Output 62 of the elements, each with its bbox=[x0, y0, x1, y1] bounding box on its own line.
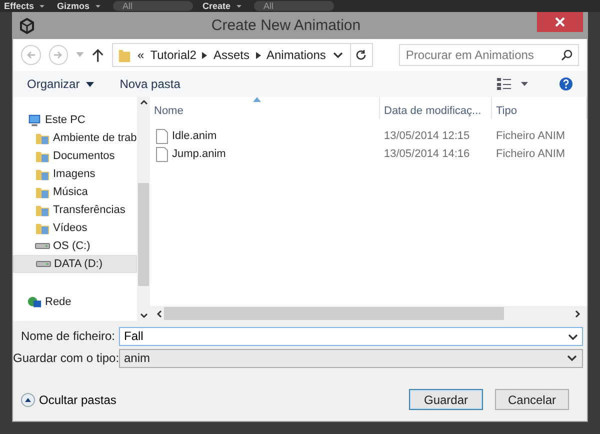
filename-field[interactable]: Fall bbox=[119, 326, 583, 346]
sidebar-item[interactable]: Ambiente de trab bbox=[13, 129, 137, 147]
folder-icon bbox=[116, 48, 132, 62]
arrow-left-icon bbox=[26, 50, 36, 60]
table-cell-text: Ficheiro ANIM bbox=[495, 148, 566, 160]
computer-icon bbox=[27, 112, 42, 128]
hide-folders-toggle[interactable]: Ocultar pastas bbox=[21, 392, 116, 406]
horizontal-scrollbar[interactable] bbox=[150, 306, 587, 321]
collapse-icon bbox=[21, 392, 35, 406]
toolbar-button[interactable]: Nova pasta bbox=[120, 77, 180, 91]
view-options-icon[interactable] bbox=[497, 78, 529, 90]
file-name[interactable]: Idle.anim bbox=[172, 130, 217, 142]
scroll-left-icon[interactable] bbox=[154, 308, 164, 318]
editor-menu[interactable]: Create bbox=[202, 1, 244, 11]
sidebar-item[interactable]: Transferências bbox=[13, 201, 137, 219]
sidebar-item[interactable]: DATA (D:) bbox=[13, 255, 137, 273]
toolbar-button[interactable]: Organizar bbox=[27, 77, 94, 91]
sidebar-item[interactable]: Documentos bbox=[13, 147, 137, 165]
search-icon bbox=[561, 49, 574, 61]
column-header[interactable]: Data de modificaç... bbox=[380, 97, 492, 119]
refresh-icon bbox=[355, 49, 368, 61]
arrow-right-icon bbox=[53, 50, 64, 60]
close-icon bbox=[555, 17, 565, 27]
dialog-button[interactable]: Guardar bbox=[409, 389, 483, 410]
sidebar-item[interactable]: Música bbox=[13, 183, 137, 201]
help-icon[interactable] bbox=[559, 77, 573, 91]
path-overflow[interactable]: « bbox=[138, 48, 144, 62]
sidebar-item[interactable]: Vídeos bbox=[13, 219, 137, 237]
window-title: Create New Animation bbox=[210, 17, 362, 34]
address-bar[interactable]: « Tutorial2 Assets Animations bbox=[112, 43, 373, 67]
sidebar-item[interactable]: Este PC bbox=[13, 111, 137, 129]
field-label: Nome de ficheiro: bbox=[20, 329, 115, 343]
file-name[interactable]: Jump.anim bbox=[172, 148, 226, 160]
sidebar-item[interactable]: OS (C:) bbox=[13, 237, 137, 255]
scroll-up-icon[interactable] bbox=[138, 97, 148, 107]
drive-icon bbox=[35, 243, 50, 249]
dialog-button[interactable]: Cancelar bbox=[495, 389, 569, 410]
column-header[interactable]: Tipo bbox=[492, 97, 587, 119]
table-cell-text: 13/05/2014 12:15 bbox=[383, 130, 471, 142]
search-field[interactable]: Procurar em Animations bbox=[398, 44, 580, 66]
sidebar-item[interactable]: Imagens bbox=[13, 165, 137, 183]
file-type-dropdown[interactable]: anim bbox=[119, 348, 583, 368]
sidebar-item[interactable]: Rede bbox=[13, 293, 137, 311]
drive-icon bbox=[36, 261, 51, 267]
table-cell-text: 13/05/2014 14:16 bbox=[383, 148, 471, 160]
table-cell-text: Ficheiro ANIM bbox=[495, 130, 566, 142]
editor-menu[interactable]: Effects bbox=[4, 1, 48, 11]
separator-icon bbox=[256, 52, 260, 58]
breadcrumb[interactable]: Tutorial2 bbox=[150, 48, 196, 62]
vertical-scrollbar[interactable] bbox=[137, 97, 150, 321]
caret-icon bbox=[86, 82, 94, 86]
up-arrow-icon[interactable] bbox=[92, 48, 104, 62]
breadcrumb[interactable]: Animations bbox=[266, 48, 326, 62]
breadcrumb[interactable]: Assets bbox=[213, 48, 250, 62]
scroll-right-icon[interactable] bbox=[573, 308, 583, 318]
scroll-down-icon[interactable] bbox=[138, 311, 148, 321]
close-button[interactable] bbox=[537, 12, 583, 32]
separator-icon bbox=[202, 52, 208, 58]
editor-menu[interactable]: Gizmos bbox=[57, 1, 103, 11]
column-header[interactable]: Nome bbox=[150, 97, 380, 119]
file-icon bbox=[156, 128, 168, 144]
file-icon bbox=[156, 146, 168, 162]
